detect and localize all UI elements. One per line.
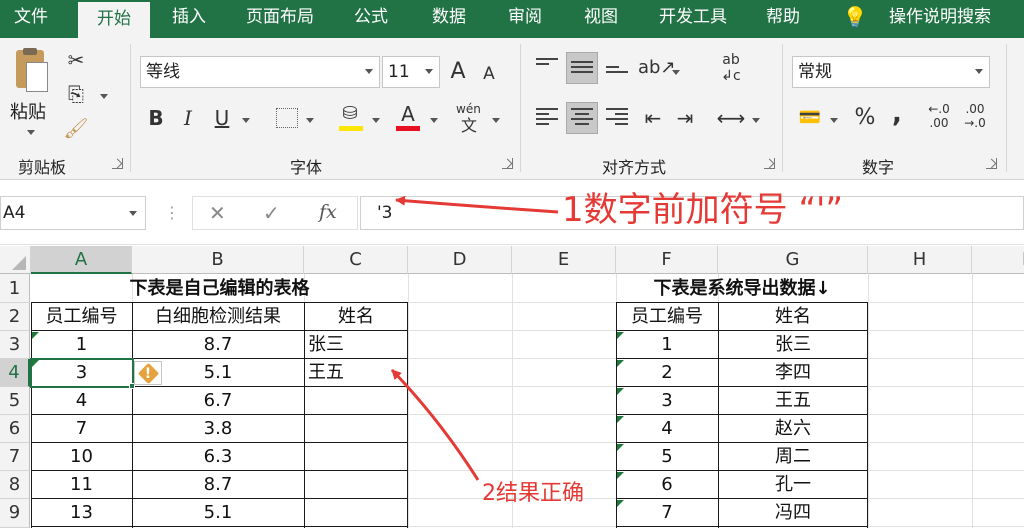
arrow-to-result [390, 368, 480, 481]
annotation-add-apostrophe: 1数字前加符号 “'” [562, 190, 844, 230]
annotation-result-correct: 2结果正确 [482, 481, 584, 506]
annotation-arrows [390, 195, 559, 481]
arrow-to-formula [395, 195, 559, 214]
excel-window: 文件 开始 插入 页面布局 公式 数据 审阅 视图 开发工具 帮助 💡 操作说明… [0, 0, 1024, 528]
